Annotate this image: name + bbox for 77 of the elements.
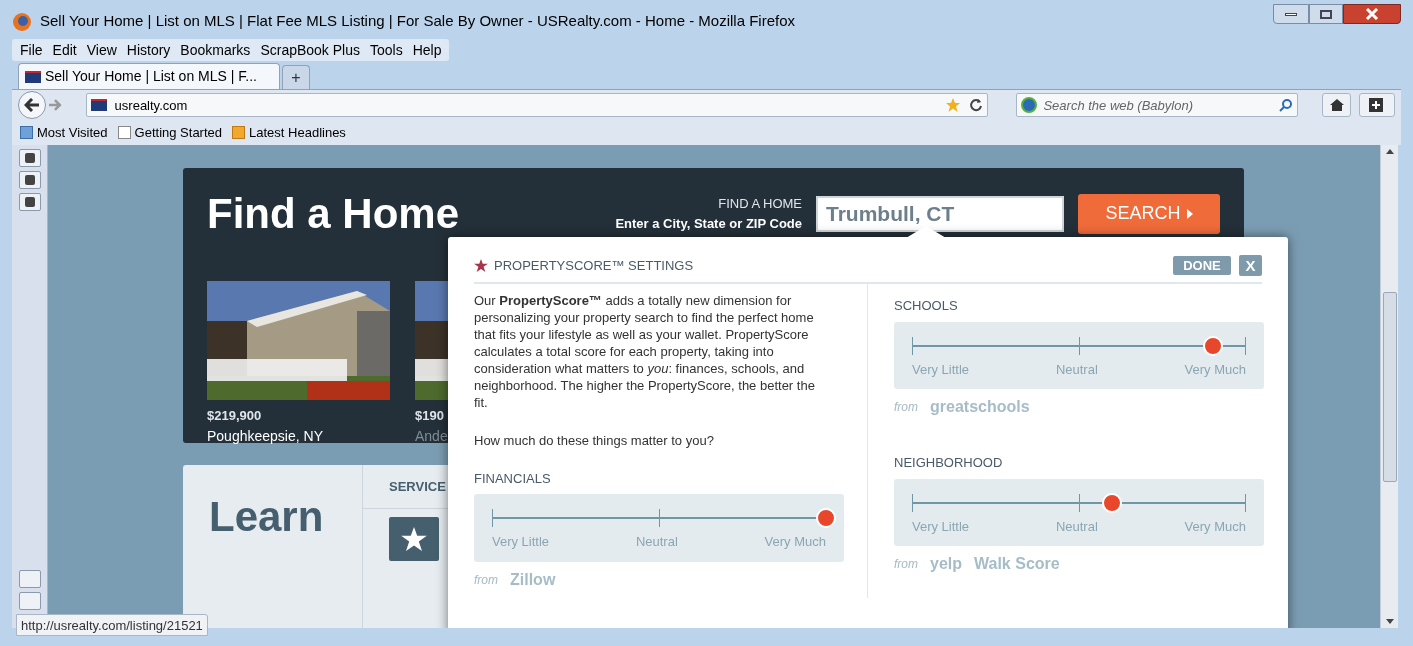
menu-item[interactable]: ScrapBook Plus [260, 40, 360, 61]
slider-thumb[interactable] [816, 508, 836, 529]
slider-label: FINANCIALS [474, 469, 552, 488]
home-button[interactable] [1321, 93, 1352, 118]
caret-icon [1186, 208, 1193, 219]
source-logo: Zillow [510, 569, 556, 590]
scrollbar[interactable] [1380, 145, 1398, 629]
search-hint: Enter a City, State or ZIP Code [615, 214, 802, 233]
tick-label: Neutral [1055, 517, 1098, 536]
find-home-heading: Find a Home [207, 189, 460, 240]
site-favicon-icon [90, 99, 107, 112]
back-arrow-icon [23, 98, 40, 113]
bookmark-link[interactable]: Getting Started [134, 123, 223, 143]
slider-label: NEIGHBORHOOD [894, 454, 1004, 473]
from-label: from [474, 571, 498, 589]
tick-label: Very Little [492, 533, 550, 552]
bookmark-icon [232, 126, 246, 140]
close-button[interactable] [1343, 4, 1401, 24]
browser-tab[interactable]: Sell Your Home | List on MLS | F... [18, 63, 280, 90]
popup-title: PROPERTYSCORE™ SETTINGS [494, 257, 694, 275]
bookmark-link[interactable]: Latest Headlines [249, 123, 346, 143]
new-tab-button[interactable]: + [282, 65, 310, 90]
star-icon [474, 259, 488, 273]
scroll-up-icon[interactable] [1385, 149, 1394, 155]
back-button[interactable] [18, 91, 46, 120]
close-icon [1365, 8, 1379, 20]
tick-label: Very Much [764, 533, 826, 552]
listing-price: $219,900 [207, 407, 262, 426]
slider-label: SCHOOLS [894, 297, 959, 316]
menu-item[interactable]: Help [412, 40, 442, 61]
addon-button[interactable] [1359, 93, 1395, 118]
window-title: Sell Your Home | List on MLS | Flat Fee MLS Listing | For Sale By Owner - USRealty.com - Home - Mozilla Firefox [40, 11, 795, 32]
menu-item[interactable]: Bookmarks [180, 40, 251, 61]
bookmark-icon [117, 126, 131, 140]
reload-icon[interactable] [969, 98, 984, 113]
search-bar[interactable]: Search the web (Babylon) [1016, 93, 1298, 118]
search-icon[interactable] [1278, 98, 1293, 113]
tick-label: Very Little [912, 360, 970, 379]
slider-thumb[interactable] [1102, 492, 1123, 513]
search-field[interactable]: Search the web (Babylon) [1043, 95, 1273, 116]
listing-city: Poughkeepsie, NY [207, 426, 323, 446]
menu-item[interactable]: File [20, 40, 43, 61]
source-logo: greatschools [930, 397, 1030, 418]
from-label: from [894, 556, 918, 574]
source-logo: yelp [930, 554, 962, 575]
learn-heading: Learn [209, 493, 324, 541]
from-label: from [894, 399, 918, 417]
home-icon [1328, 98, 1345, 113]
site-favicon-icon [25, 70, 41, 83]
minimize-button[interactable] [1273, 4, 1309, 24]
menu-item[interactable]: Tools [370, 40, 403, 61]
listing-price: $190 [415, 407, 444, 426]
section-tab[interactable]: SERVICE [389, 477, 446, 497]
maximize-button[interactable] [1309, 4, 1343, 24]
bookmark-icon [20, 126, 33, 140]
slider-thumb[interactable] [1202, 335, 1223, 356]
menu-item[interactable]: Edit [52, 40, 77, 61]
star-icon[interactable] [945, 97, 962, 114]
menu-item[interactable]: View [86, 40, 117, 61]
tick-label: Very Much [1184, 517, 1246, 536]
scroll-thumb[interactable] [1382, 291, 1397, 482]
address-bar[interactable]: usrealty.com [85, 93, 989, 118]
tick-label: Very Little [912, 517, 970, 536]
search-engine-icon [1021, 97, 1038, 114]
menu-item[interactable]: History [126, 40, 171, 61]
listing-city: Ande [415, 426, 448, 446]
tick-label: Neutral [635, 533, 678, 552]
tick-label: Very Much [1184, 360, 1246, 379]
star-icon [401, 527, 427, 552]
intro-paragraph: Our PropertyScore™ adds a totally new dimension for personalizing your property search to find the perfect home that fits your lifestyle as well as your wallet. PropertyScore calculates a total score for each property, taking into consideration what matters to you: finances, schools, and neighborhood. The higher the PropertyScore, the better the fit. [474, 292, 816, 412]
tick-label: Neutral [1055, 360, 1098, 379]
browser-logo-icon [12, 11, 32, 32]
question-text: How much do these things matter to you? [474, 432, 715, 451]
scroll-down-icon[interactable] [1385, 619, 1394, 625]
source-logo: Walk Score [974, 554, 1060, 575]
bookmark-link[interactable]: Most Visited [37, 123, 108, 143]
search-label: FIND A HOME [718, 195, 802, 214]
